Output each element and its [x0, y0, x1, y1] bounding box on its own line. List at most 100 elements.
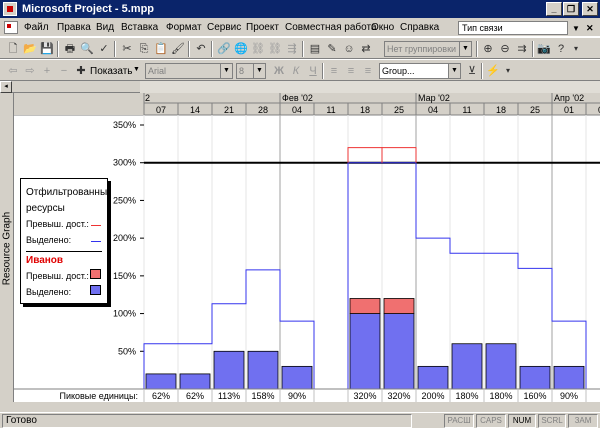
toolbar-options-icon[interactable]: ▾	[568, 41, 584, 57]
font-size-combo[interactable]: 8 ▼	[236, 63, 266, 79]
menu-edit[interactable]: Правка	[57, 22, 91, 33]
plus-icon[interactable]: +	[39, 63, 55, 79]
chevron-down-icon[interactable]: ▼	[572, 24, 580, 33]
legend-overalloc-label-2: Превыш. дост.:	[26, 271, 89, 281]
menu-format[interactable]: Формат	[166, 22, 202, 33]
show-icon[interactable]: ✚	[73, 63, 89, 79]
preview-icon[interactable]: 🔍	[79, 41, 95, 57]
month-label: Апр '02	[554, 93, 584, 103]
allocated-bar	[145, 373, 177, 390]
allocated-bar	[519, 365, 551, 390]
menu-collaborate[interactable]: Совместная работа	[285, 22, 377, 33]
filter-icon[interactable]: ⊻	[464, 63, 480, 79]
restore-button[interactable]: ❐	[563, 2, 579, 16]
menu-project[interactable]: Проект	[246, 22, 279, 33]
publish-icon[interactable]: ⇄	[358, 41, 374, 57]
peak-units-value: 160%	[523, 391, 546, 401]
scroll-left-icon[interactable]: ◂	[0, 81, 12, 93]
autofilter-icon[interactable]: ⚡	[485, 63, 501, 79]
status-ext: РАСШ	[444, 414, 474, 428]
status-scrl: SCRL	[538, 414, 566, 428]
save-icon[interactable]: 💾	[39, 41, 55, 57]
show-dropdown[interactable]: Показать	[90, 66, 133, 77]
week-label: 11	[326, 105, 335, 115]
peak-units-value: 320%	[387, 391, 410, 401]
toolbar-options-icon[interactable]: ▾	[500, 63, 516, 79]
open-icon[interactable]: 📂	[22, 41, 38, 57]
minus-icon[interactable]: −	[56, 63, 72, 79]
arrow-left-icon[interactable]: ⇦	[5, 63, 21, 79]
spelling-icon[interactable]: ✓	[96, 41, 112, 57]
grouping-combo[interactable]: Нет группировки ▼	[384, 41, 472, 57]
menu-help[interactable]: Справка	[400, 22, 439, 33]
allocated-bar	[281, 365, 313, 390]
document-icon[interactable]	[4, 21, 18, 34]
view-bar[interactable]: Resource Graph	[0, 93, 14, 402]
format-painter-icon[interactable]: 🖌	[170, 41, 186, 57]
overalloc-bar	[383, 298, 415, 314]
bold-button[interactable]: Ж	[271, 63, 287, 79]
allocated-bar	[179, 373, 211, 390]
menu-file[interactable]: Файл	[24, 22, 49, 33]
allocated-bar	[383, 313, 415, 390]
arrow-right-icon[interactable]: ⇨	[22, 63, 38, 79]
header-corner	[0, 93, 144, 115]
week-label: 11	[462, 105, 471, 115]
week-label: 25	[530, 105, 540, 115]
group-combo[interactable]: Group... ▼	[379, 63, 461, 79]
underline-button[interactable]: Ч	[305, 63, 321, 79]
align-center-icon[interactable]: ≡	[343, 63, 359, 79]
month-label: Мар '02	[418, 93, 450, 103]
doc-close-button[interactable]: ✕	[586, 23, 594, 34]
close-button[interactable]: ✕	[582, 2, 598, 16]
y-tick-label: 300%	[113, 158, 136, 168]
new-icon[interactable]: 🗋	[5, 41, 21, 57]
chevron-down-icon[interactable]: ▼	[133, 66, 140, 73]
zoom-in-icon[interactable]: ⊕	[480, 41, 496, 57]
app-icon[interactable]	[3, 2, 17, 16]
week-label: 04	[428, 105, 438, 115]
week-label: 28	[258, 105, 268, 115]
copy-picture-icon[interactable]: 📷	[536, 41, 552, 57]
menu-view[interactable]: Вид	[96, 22, 114, 33]
notes-icon[interactable]: ✎	[324, 41, 340, 57]
allocated-bar	[485, 343, 517, 390]
peak-units-value: 158%	[251, 391, 274, 401]
entry-bar: ◂	[0, 81, 600, 93]
print-icon[interactable]: 🖶	[62, 41, 78, 57]
hyperlink-icon[interactable]: 🔗	[216, 41, 232, 57]
peak-units-value: 320%	[353, 391, 376, 401]
paste-icon[interactable]: 📋	[153, 41, 169, 57]
font-combo[interactable]: Arial ▼	[145, 63, 233, 79]
assign-resources-icon[interactable]: ☺	[341, 41, 357, 57]
peak-units-value: 180%	[455, 391, 478, 401]
menu-insert[interactable]: Вставка	[121, 22, 158, 33]
legend-overalloc-line	[91, 225, 101, 226]
zoom-out-icon[interactable]: ⊖	[497, 41, 513, 57]
cut-icon[interactable]: ✂	[119, 41, 135, 57]
entry-field[interactable]	[140, 81, 600, 93]
peak-units-value: 62%	[152, 391, 170, 401]
italic-button[interactable]: К	[288, 63, 304, 79]
week-label: 18	[496, 105, 506, 115]
help-icon[interactable]: ?	[553, 41, 569, 57]
minimize-button[interactable]: _	[546, 2, 562, 16]
menu-tools[interactable]: Сервис	[207, 22, 241, 33]
goto-task-icon[interactable]: ⇉	[514, 41, 530, 57]
undo-icon[interactable]: ↶	[193, 41, 209, 57]
copy-icon[interactable]: ⎘	[136, 41, 152, 57]
align-left-icon[interactable]: ≡	[326, 63, 342, 79]
peak-units-value: 113%	[218, 391, 240, 401]
allocated-bar	[247, 350, 279, 390]
menu-window[interactable]: Окно	[371, 22, 394, 33]
split-task-icon[interactable]: ⇶	[284, 41, 300, 57]
unlink-tasks-icon[interactable]: ⛓	[267, 41, 283, 57]
y-tick-label: 100%	[113, 309, 136, 319]
globe-icon[interactable]: 🌐	[233, 41, 249, 57]
link-tasks-icon[interactable]: ⛓	[250, 41, 266, 57]
task-info-icon[interactable]: ▤	[307, 41, 323, 57]
align-right-icon[interactable]: ≡	[360, 63, 376, 79]
allocated-bar	[417, 365, 449, 390]
help-question-box[interactable]: Тип связи	[458, 21, 568, 35]
y-tick-label: 50%	[118, 346, 136, 356]
